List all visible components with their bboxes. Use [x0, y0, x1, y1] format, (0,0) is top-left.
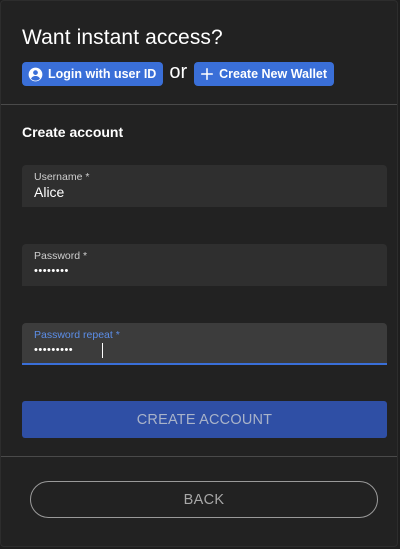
- password-input[interactable]: [34, 262, 374, 280]
- password-field[interactable]: Password *: [22, 244, 387, 286]
- instant-access-row: Login with user ID or Create New Wallet: [22, 61, 335, 86]
- account-circle-icon: [28, 67, 43, 81]
- username-input[interactable]: [34, 183, 374, 201]
- username-field[interactable]: Username *: [22, 165, 387, 207]
- login-with-user-id-label: Login with user ID: [48, 67, 157, 81]
- create-new-wallet-button[interactable]: Create New Wallet: [194, 62, 335, 86]
- footer-divider: [1, 456, 397, 457]
- or-separator: or: [169, 61, 188, 83]
- username-label: Username *: [34, 171, 90, 183]
- header-divider: [1, 104, 397, 105]
- create-account-button[interactable]: CREATE ACCOUNT: [22, 401, 387, 438]
- dialog-title: Want instant access?: [22, 26, 223, 49]
- back-button[interactable]: BACK: [30, 481, 378, 518]
- create-new-wallet-label: Create New Wallet: [219, 67, 328, 81]
- section-title: Create account: [22, 124, 124, 140]
- login-with-user-id-button[interactable]: Login with user ID: [22, 62, 164, 86]
- password-repeat-input[interactable]: [34, 341, 374, 359]
- password-label: Password *: [34, 250, 88, 262]
- password-repeat-field[interactable]: Password repeat *: [22, 323, 387, 365]
- password-repeat-label: Password repeat *: [34, 329, 120, 341]
- create-account-dialog: Want instant access? Login with user ID …: [0, 0, 398, 547]
- text-caret: [102, 343, 103, 358]
- plus-icon: [201, 67, 214, 81]
